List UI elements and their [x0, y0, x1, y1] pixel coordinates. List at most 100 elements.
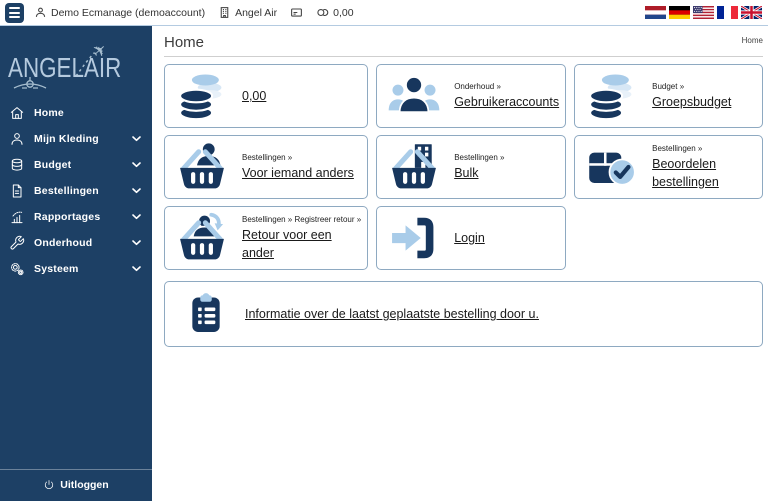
card-login[interactable]: Login	[376, 206, 567, 270]
card-retour-voor-een-ander[interactable]: Bestellingen » Registreer retour » Retou…	[164, 206, 369, 270]
power-icon	[43, 479, 55, 491]
card-link[interactable]: Beoordelen bestellingen	[652, 157, 719, 189]
gears-icon	[9, 261, 25, 277]
sidebar-footer: Uitloggen	[0, 469, 152, 501]
language-switcher	[645, 6, 763, 19]
current-user: Demo Ecmanage (demoaccount)	[34, 6, 205, 19]
sidebar-item-label: Home	[34, 107, 64, 119]
card-text: Budget » Groepsbudget	[652, 82, 756, 111]
sidebar-item-label: Onderhoud	[34, 237, 93, 249]
coins-outline-icon	[9, 157, 25, 173]
card-link[interactable]: Gebruikeraccounts	[454, 95, 559, 109]
basket-user-icon	[175, 140, 229, 194]
card-category: Onderhoud »	[454, 81, 501, 91]
current-company: Angel Air	[218, 6, 277, 19]
basket-building-icon	[387, 140, 441, 194]
flag-nl-icon[interactable]	[645, 6, 666, 19]
card-gebruikeraccounts[interactable]: Onderhoud » Gebruikeraccounts	[376, 64, 567, 128]
sidebar-item-budget[interactable]: Budget	[0, 152, 152, 178]
card-text: Login	[454, 229, 559, 247]
building-icon	[218, 6, 231, 19]
page-title: Home	[164, 34, 205, 51]
flag-us-icon[interactable]	[693, 6, 714, 19]
sidebar-item-label: Mijn Kleding	[34, 133, 99, 145]
balance-label: 0,00	[333, 6, 354, 19]
main-content: Home Home 0,00 Onderhoud » Gebruikeracco…	[152, 26, 768, 501]
card-text: 0,00	[242, 87, 361, 105]
last-order-info-card[interactable]: Informatie over de laatst geplaatste bes…	[164, 281, 763, 347]
box-check-icon	[585, 140, 639, 194]
logout-label: Uitloggen	[60, 479, 109, 491]
breadcrumb[interactable]: Home	[742, 36, 763, 45]
card-status	[290, 6, 303, 19]
dashboard-grid: 0,00 Onderhoud » Gebruikeraccounts Budge…	[164, 64, 763, 347]
card-link[interactable]: Voor iemand anders	[242, 166, 354, 180]
sidebar: ✈ ANGELAIR Home Mijn Kleding Budget Best…	[0, 26, 152, 501]
card-bulk[interactable]: Bestellingen » Bulk	[376, 135, 567, 199]
sidebar-menu: Home Mijn Kleding Budget Bestellingen Ra…	[0, 100, 152, 282]
users-icon	[387, 69, 441, 123]
sidebar-item-home[interactable]: Home	[0, 100, 152, 126]
chevron-down-icon	[132, 266, 141, 272]
card-groepsbudget[interactable]: Budget » Groepsbudget	[574, 64, 763, 128]
card-beoordelen-bestellingen[interactable]: Bestellingen » Beoordelen bestellingen	[574, 135, 763, 199]
sidebar-item-label: Bestellingen	[34, 185, 99, 197]
person-icon	[34, 6, 47, 19]
page-header: Home Home	[164, 34, 763, 57]
document-icon	[9, 183, 25, 199]
card-text: Bestellingen » Beoordelen bestellingen	[652, 144, 756, 191]
sidebar-item-label: Budget	[34, 159, 72, 171]
card-text: Bestellingen » Bulk	[454, 153, 559, 182]
chevron-down-icon	[132, 136, 141, 142]
card-link[interactable]: Login	[454, 231, 485, 245]
top-bar: Demo Ecmanage (demoaccount) Angel Air 0,…	[0, 0, 768, 26]
card-category: Budget »	[652, 81, 685, 91]
login-icon	[387, 211, 441, 265]
logout-button[interactable]: Uitloggen	[43, 479, 109, 491]
card-category: Bestellingen »	[652, 143, 703, 153]
card-text: Bestellingen » Voor iemand anders	[242, 153, 361, 182]
sidebar-item-label: Systeem	[34, 263, 79, 275]
card-text: Bestellingen » Registreer retour » Retou…	[242, 215, 361, 262]
user-icon	[9, 131, 25, 147]
last-order-info-link[interactable]: Informatie over de laatst geplaatste bes…	[245, 307, 539, 321]
chevron-down-icon	[132, 240, 141, 246]
wrench-icon	[9, 235, 25, 251]
flag-de-icon[interactable]	[669, 6, 690, 19]
clipboard-icon	[183, 291, 229, 337]
current-company-label: Angel Air	[235, 6, 278, 19]
balance: 0,00	[316, 6, 354, 19]
sidebar-item-bestellingen[interactable]: Bestellingen	[0, 178, 152, 204]
chart-icon	[9, 209, 25, 225]
card-link[interactable]: Groepsbudget	[652, 95, 731, 109]
sidebar-item-onderhoud[interactable]: Onderhoud	[0, 230, 152, 256]
sidebar-item-rapportages[interactable]: Rapportages	[0, 204, 152, 230]
card-category: Bestellingen » Registreer retour »	[242, 214, 362, 224]
flag-fr-icon[interactable]	[717, 6, 738, 19]
card-text: Onderhoud » Gebruikeraccounts	[454, 82, 559, 111]
app-logo[interactable]: ✈ ANGELAIR	[0, 26, 152, 100]
card-0-00[interactable]: 0,00	[164, 64, 369, 128]
card-category: Bestellingen »	[454, 152, 505, 162]
logo-text: ANGELAIR	[8, 52, 122, 83]
sidebar-item-mijn-kleding[interactable]: Mijn Kleding	[0, 126, 152, 152]
card-icon	[290, 6, 303, 19]
coins-icon	[585, 69, 639, 123]
chevron-down-icon	[132, 162, 141, 168]
card-link[interactable]: Bulk	[454, 166, 478, 180]
card-category: Bestellingen »	[242, 152, 293, 162]
sidebar-item-label: Rapportages	[34, 211, 101, 223]
current-user-label: Demo Ecmanage (demoaccount)	[51, 6, 206, 19]
chevron-down-icon	[132, 188, 141, 194]
coins-icon	[316, 6, 329, 19]
card-voor-iemand-anders[interactable]: Bestellingen » Voor iemand anders	[164, 135, 369, 199]
home-icon	[9, 105, 25, 121]
menu-toggle-button[interactable]	[5, 2, 24, 23]
card-link[interactable]: 0,00	[242, 89, 266, 103]
card-link[interactable]: Retour voor een ander	[242, 228, 332, 260]
chevron-down-icon	[132, 214, 141, 220]
coins-icon	[175, 69, 229, 123]
basket-return-icon	[175, 211, 229, 265]
sidebar-item-systeem[interactable]: Systeem	[0, 256, 152, 282]
flag-gb-icon[interactable]	[741, 6, 762, 19]
